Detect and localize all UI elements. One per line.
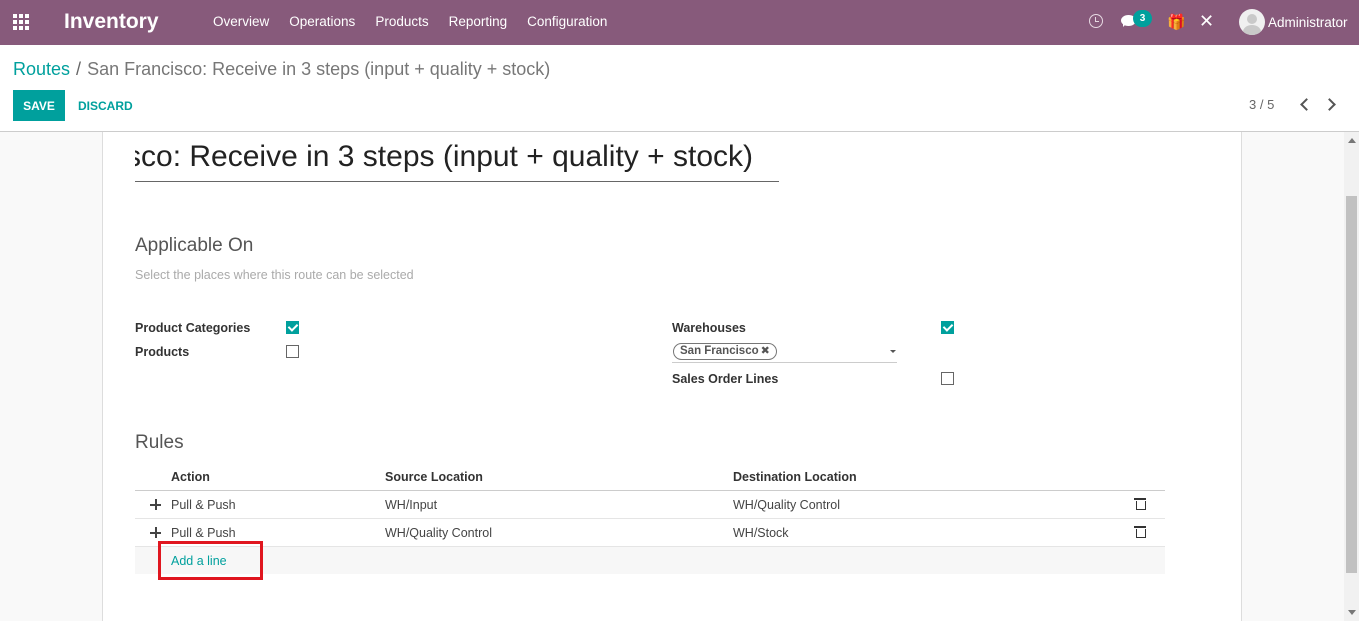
control-panel: Routes / San Francisco: Receive in 3 steps… xyxy=(0,45,1359,132)
app-name[interactable]: Inventory xyxy=(64,10,159,34)
sales-order-lines-checkbox[interactable] xyxy=(941,372,954,385)
menu-reporting[interactable]: Reporting xyxy=(439,14,518,29)
rule-destination: WH/Quality Control xyxy=(733,498,840,512)
rule-source: WH/Input xyxy=(385,498,438,512)
breadcrumb-separator: / xyxy=(76,59,82,79)
form-sheet: San Francisco: Receive in 3 steps (input… xyxy=(102,132,1242,621)
rules-table: Action Source Location Destination Locat… xyxy=(135,464,1165,574)
warehouses-tags-field[interactable]: San Francisco ✖ xyxy=(672,341,897,363)
add-line-row: Add a line xyxy=(135,547,1165,574)
products-checkbox[interactable] xyxy=(286,345,299,358)
menu-products[interactable]: Products xyxy=(365,14,438,29)
menu-configuration[interactable]: Configuration xyxy=(517,14,617,29)
apps-icon[interactable] xyxy=(13,14,31,30)
rule-action: Pull & Push xyxy=(171,498,236,512)
pager-value[interactable]: 3 / 5 xyxy=(1249,97,1274,112)
highlight-annotation xyxy=(158,541,263,580)
drag-handle-icon[interactable] xyxy=(149,526,162,539)
column-source-location[interactable]: Source Location xyxy=(385,470,483,484)
product-categories-checkbox[interactable] xyxy=(286,321,299,334)
warehouses-label: Warehouses xyxy=(672,321,746,335)
sales-order-lines-label: Sales Order Lines xyxy=(672,372,779,386)
gift-icon[interactable]: 🎁 xyxy=(1167,13,1186,31)
trash-icon[interactable] xyxy=(1134,498,1146,510)
scroll-down-icon[interactable] xyxy=(1344,606,1359,621)
rules-header: Action Source Location Destination Locat… xyxy=(135,464,1165,491)
products-label: Products xyxy=(135,345,190,359)
warehouses-checkbox[interactable] xyxy=(941,321,954,334)
scroll-up-icon[interactable] xyxy=(1344,132,1359,147)
column-destination-location[interactable]: Destination Location xyxy=(733,470,857,484)
scroll-thumb[interactable] xyxy=(1346,196,1357,573)
rule-source: WH/Quality Control xyxy=(385,526,492,540)
caret-down-icon[interactable] xyxy=(890,350,896,353)
applicable-on-help: Select the places where this route can b… xyxy=(135,268,414,282)
menu-overview[interactable]: Overview xyxy=(203,14,279,29)
chat-count-badge[interactable]: 3 xyxy=(1133,10,1152,27)
menu-operations[interactable]: Operations xyxy=(279,14,365,29)
chevron-right-icon[interactable] xyxy=(1323,95,1341,115)
avatar[interactable] xyxy=(1239,9,1265,35)
remove-tag-icon[interactable]: ✖ xyxy=(761,345,770,357)
rule-destination: WH/Stock xyxy=(733,526,789,540)
main-menu: Overview Operations Products Reporting C… xyxy=(203,14,617,29)
route-name-value[interactable]: San Francisco: Receive in 3 steps (input… xyxy=(135,140,753,174)
user-name[interactable]: Administrator xyxy=(1268,15,1348,30)
product-categories-label: Product Categories xyxy=(135,321,251,335)
tools-icon[interactable]: ✕ xyxy=(1199,11,1214,32)
rule-action: Pull & Push xyxy=(171,526,236,540)
save-button[interactable]: SAVE xyxy=(13,90,65,121)
table-row[interactable]: Pull & Push WH/Quality Control WH/Stock xyxy=(135,519,1165,547)
top-navbar: Inventory Overview Operations Products R… xyxy=(0,0,1359,45)
route-name-field[interactable]: San Francisco: Receive in 3 steps (input… xyxy=(135,136,779,182)
trash-icon[interactable] xyxy=(1134,526,1146,538)
drag-handle-icon[interactable] xyxy=(149,498,162,511)
scrollbar[interactable] xyxy=(1344,132,1359,621)
table-row[interactable]: Pull & Push WH/Input WH/Quality Control xyxy=(135,491,1165,519)
warehouse-tag: San Francisco ✖ xyxy=(673,343,777,360)
rules-title: Rules xyxy=(135,432,184,453)
breadcrumb: Routes / San Francisco: Receive in 3 steps… xyxy=(13,59,550,80)
chevron-left-icon[interactable] xyxy=(1296,95,1314,115)
clock-icon[interactable] xyxy=(1089,14,1103,28)
column-action[interactable]: Action xyxy=(171,470,210,484)
breadcrumb-current: San Francisco: Receive in 3 steps (input… xyxy=(87,59,551,79)
applicable-on-title: Applicable On xyxy=(135,235,254,256)
discard-button[interactable]: DISCARD xyxy=(72,90,139,121)
breadcrumb-routes[interactable]: Routes xyxy=(13,59,70,79)
warehouse-tag-label: San Francisco xyxy=(680,345,759,357)
